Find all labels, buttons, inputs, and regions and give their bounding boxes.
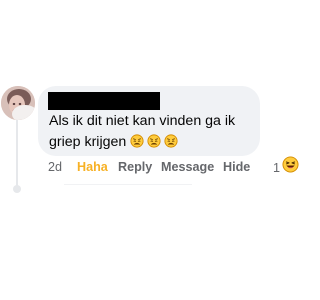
comment-timestamp[interactable]: 2d bbox=[48, 158, 62, 176]
message-button[interactable]: Message bbox=[161, 158, 214, 176]
weary-face-emoji bbox=[130, 134, 144, 148]
redacted-author-name bbox=[48, 92, 160, 110]
comment-screenshot: Als ik dit niet kan vinden ga ik griep k… bbox=[0, 0, 300, 300]
haha-reaction-icon[interactable] bbox=[282, 156, 299, 173]
avatar[interactable] bbox=[1, 86, 35, 120]
haha-reaction-button[interactable]: Haha bbox=[77, 158, 108, 176]
comment-thread-dot bbox=[13, 185, 21, 193]
weary-face-emoji bbox=[147, 134, 161, 148]
comment-thread-line bbox=[16, 120, 18, 186]
comment-body: Als ik dit niet kan vinden ga ik griep k… bbox=[49, 111, 254, 155]
weary-face-emoji-group bbox=[130, 134, 181, 155]
reply-button[interactable]: Reply bbox=[118, 158, 152, 176]
reaction-count[interactable]: 1 bbox=[273, 160, 280, 176]
faint-divider bbox=[64, 184, 192, 185]
weary-face-emoji bbox=[164, 134, 178, 148]
hide-button[interactable]: Hide bbox=[223, 158, 250, 176]
